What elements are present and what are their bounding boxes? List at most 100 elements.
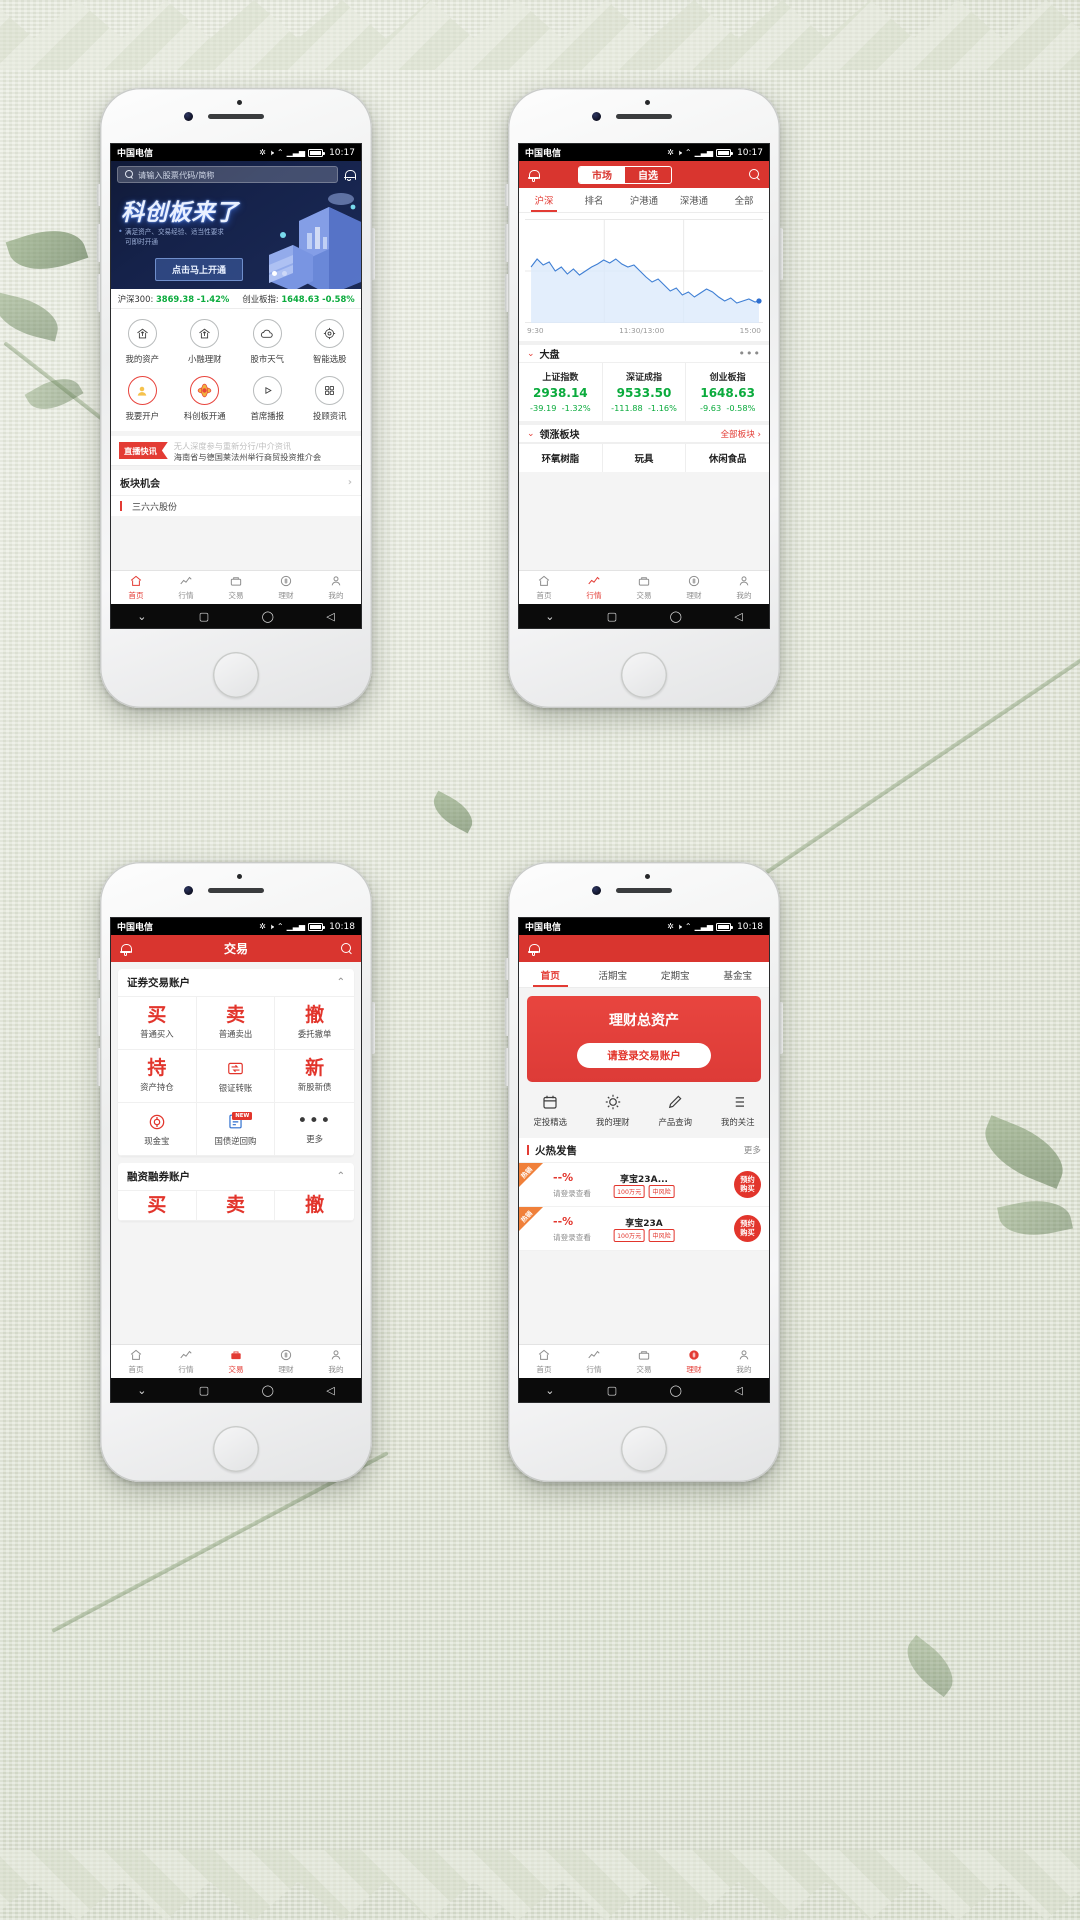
tab-market[interactable]: 行情 [569, 571, 619, 604]
margin-action-sell[interactable]: 卖 [196, 1191, 276, 1221]
index-intraday-chart[interactable] [519, 213, 769, 323]
tab-shengangtong[interactable]: 深港通 [669, 188, 719, 212]
search-input[interactable]: 请输入股票代码/简称 [117, 166, 338, 183]
grid-item-open-account[interactable]: 我要开户 [111, 376, 174, 422]
trade-action-new-issues[interactable]: 新 新股新债 [275, 1050, 354, 1103]
promo-banner[interactable]: 科创板来了 满足资产、交易经验、适当性要求 可即时开通 点击马上开通 请输入股票… [111, 161, 361, 289]
search-icon[interactable] [748, 168, 761, 181]
news-flash-bar[interactable]: 直播快讯 无人深度参与重新分行/中介资讯 海南省与德国莱法州举行商贸投资推介会 [111, 436, 361, 466]
tab-fund-treasure[interactable]: 基金宝 [707, 962, 770, 987]
tab-market[interactable]: 行情 [161, 571, 211, 604]
tab-trade[interactable]: 交易 [619, 571, 669, 604]
tab-trade[interactable]: 交易 [211, 1345, 261, 1378]
home-button[interactable] [621, 1426, 667, 1472]
notification-bell-icon[interactable] [527, 168, 540, 182]
trade-action-sell[interactable]: 卖 普通卖出 [196, 997, 276, 1050]
index-card[interactable]: 创业板指 1648.63 -9.63 -0.58% [686, 363, 769, 421]
margin-action-buy[interactable]: 买 [118, 1191, 197, 1221]
dot-active[interactable] [272, 271, 277, 276]
back-icon[interactable]: ◁ [326, 611, 334, 622]
tab-wealth[interactable]: 理财 [669, 1345, 719, 1378]
home-nav-icon[interactable]: ◯ [670, 1385, 682, 1396]
recents-icon[interactable]: ▢ [199, 611, 209, 622]
recents-icon[interactable]: ▢ [607, 1385, 617, 1396]
recents-icon[interactable]: ▢ [199, 1385, 209, 1396]
trade-action-cash-treasure[interactable]: 现金宝 [118, 1103, 197, 1156]
tab-trade[interactable]: 交易 [619, 1345, 669, 1378]
notification-bell-icon[interactable] [527, 942, 540, 956]
home-button[interactable] [213, 652, 259, 698]
back-icon[interactable]: ◁ [326, 1385, 334, 1396]
chevron-up-icon[interactable]: ⌃ [337, 977, 345, 988]
back-icon[interactable]: ◁ [734, 611, 742, 622]
trade-action-more[interactable]: ••• 更多 [275, 1103, 354, 1156]
all-sectors-link[interactable]: 全部板块 › [720, 428, 761, 440]
grid-item-star-market[interactable]: 科创板开通 [174, 376, 237, 422]
sector-item[interactable]: 环氧树脂 [519, 444, 603, 472]
hide-keyboard-icon[interactable]: ⌄ [137, 611, 146, 622]
trade-action-cancel[interactable]: 撤 委托撤单 [275, 997, 354, 1050]
recents-icon[interactable]: ▢ [607, 611, 617, 622]
section-row-stock[interactable]: 三六六股份 [111, 496, 361, 516]
tab-mine[interactable]: 我的 [719, 571, 769, 604]
grid-item-wealth[interactable]: 小融理财 [174, 319, 237, 365]
home-button[interactable] [213, 1426, 259, 1472]
tab-hugangtong[interactable]: 沪港通 [619, 188, 669, 212]
trade-action-bank-transfer[interactable]: 银证转账 [196, 1050, 276, 1103]
grid-item-advisor-news[interactable]: 投顾资讯 [299, 376, 362, 422]
tab-current-treasure[interactable]: 活期宝 [582, 962, 645, 987]
tab-ranking[interactable]: 排名 [569, 188, 619, 212]
ticker-item[interactable]: 创业板指: 1648.63 -0.58% [236, 293, 361, 305]
segment-watchlist[interactable]: 自选 [625, 167, 671, 183]
trade-action-holdings[interactable]: 持 资产持仓 [118, 1050, 197, 1103]
chevron-up-icon[interactable]: ⌃ [337, 1171, 345, 1182]
leading-sectors-header[interactable]: ⌄ 领涨板块 全部板块 › [519, 421, 769, 443]
trade-action-buy[interactable]: 买 普通买入 [118, 997, 197, 1050]
market-overview-header[interactable]: ⌄ 大盘 ••• [519, 341, 769, 363]
login-button[interactable]: 请登录交易账户 [577, 1043, 711, 1068]
tab-wealth[interactable]: 理财 [261, 1345, 311, 1378]
index-ticker[interactable]: 沪深300: 3869.38 -1.42% 创业板指: 1648.63 -0.5… [111, 289, 361, 309]
grid-item-weather[interactable]: 股市天气 [236, 319, 299, 365]
tab-home[interactable]: 首页 [519, 571, 569, 604]
notification-bell-icon[interactable] [343, 169, 356, 181]
segment-market[interactable]: 市场 [579, 166, 625, 183]
tab-hushen[interactable]: 沪深 [519, 188, 569, 212]
home-nav-icon[interactable]: ◯ [670, 611, 682, 622]
tab-mine[interactable]: 我的 [719, 1345, 769, 1378]
tab-trade[interactable]: 交易 [211, 571, 261, 604]
tab-fixed-treasure[interactable]: 定期宝 [644, 962, 707, 987]
reserve-buy-button[interactable]: 预约 购买 [734, 1171, 761, 1198]
index-card[interactable]: 深证成指 9533.50 -111.88 -1.16% [603, 363, 687, 421]
ticker-item[interactable]: 沪深300: 3869.38 -1.42% [111, 293, 236, 305]
grid-item-smart-pick[interactable]: 智能选股 [299, 319, 362, 365]
product-row[interactable]: 热销 --% 请登录查看 享宝23A 100万元 中风险 预约 购买 [519, 1207, 769, 1251]
tab-all[interactable]: 全部 [719, 188, 769, 212]
card-header[interactable]: 证券交易账户 ⌃ [118, 969, 354, 997]
banner-pagination-dots[interactable] [272, 271, 287, 276]
quick-item-aip[interactable]: 定投精选 [519, 1093, 582, 1128]
home-nav-icon[interactable]: ◯ [262, 1385, 274, 1396]
tab-market[interactable]: 行情 [161, 1345, 211, 1378]
margin-action-cancel[interactable]: 撤 [275, 1191, 354, 1221]
trade-action-reverse-repo[interactable]: NEW 国债逆回购 [196, 1103, 276, 1156]
grid-item-my-assets[interactable]: 我的资产 [111, 319, 174, 365]
grid-item-broadcast[interactable]: 首席播报 [236, 376, 299, 422]
search-icon[interactable] [340, 942, 353, 955]
card-header[interactable]: 融资融券账户 ⌃ [118, 1163, 354, 1191]
hide-keyboard-icon[interactable]: ⌄ [545, 1385, 554, 1396]
tab-home[interactable]: 首页 [519, 1345, 569, 1378]
notification-bell-icon[interactable] [119, 942, 132, 956]
sector-item[interactable]: 休闲食品 [686, 444, 769, 472]
more-link[interactable]: 更多 [744, 1144, 761, 1156]
more-options-icon[interactable]: ••• [739, 347, 761, 360]
quick-item-product-query[interactable]: 产品查询 [644, 1093, 707, 1128]
index-card[interactable]: 上证指数 2938.14 -39.19 -1.32% [519, 363, 603, 421]
home-nav-icon[interactable]: ◯ [262, 611, 274, 622]
tab-wealth[interactable]: 理财 [261, 571, 311, 604]
hide-keyboard-icon[interactable]: ⌄ [545, 611, 554, 622]
sector-item[interactable]: 玩具 [603, 444, 687, 472]
tab-wealth-home[interactable]: 首页 [519, 962, 582, 987]
tab-home[interactable]: 首页 [111, 1345, 161, 1378]
product-row[interactable]: 热销 --% 请登录查看 享宝23A... 100万元 中风险 预约 购买 [519, 1163, 769, 1207]
